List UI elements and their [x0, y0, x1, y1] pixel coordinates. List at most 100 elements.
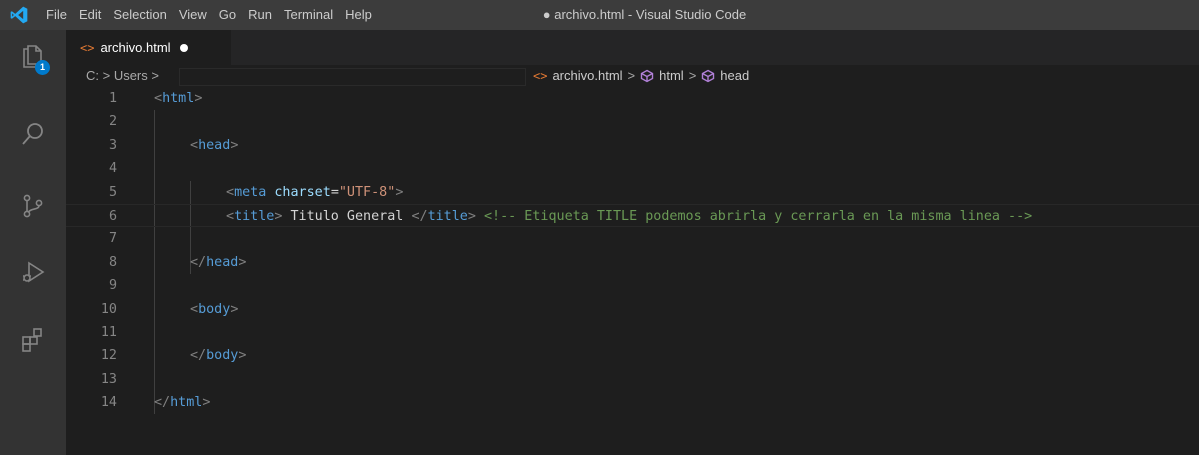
- code-editor[interactable]: 1 <html> 2 3 <head> 4 5 <meta charset="UTF-8"> 6…: [66, 87, 1199, 455]
- line-number: 4: [108, 161, 117, 177]
- code-line[interactable]: 11: [66, 321, 1199, 344]
- extensions-icon: [22, 328, 42, 352]
- code-token: >: [230, 137, 239, 153]
- code-token: html: [162, 91, 195, 106]
- breadcrumb-file[interactable]: archivo.html: [552, 65, 622, 87]
- code-token: >: [230, 301, 239, 317]
- code-token: charset: [274, 184, 331, 200]
- menu-view[interactable]: View: [173, 0, 213, 30]
- search-icon: [22, 123, 43, 145]
- code-line[interactable]: 13: [66, 368, 1199, 391]
- line-number: 8: [108, 254, 117, 270]
- code-token: </: [190, 254, 207, 270]
- code-token: html: [170, 395, 203, 411]
- line-number: 14: [100, 395, 117, 411]
- breadcrumb-symbols: <> archivo.html > html > head: [533, 65, 749, 87]
- code-token: <!-- Etiqueta TITLE podemos abrirla y ce…: [484, 209, 1033, 224]
- breadcrumb-path[interactable]: C: > Users >: [86, 65, 159, 87]
- line-number: 11: [100, 325, 117, 340]
- line-number: 9: [108, 278, 117, 294]
- line-number: 2: [108, 114, 117, 130]
- code-token: <: [190, 137, 199, 153]
- code-line[interactable]: 9: [66, 274, 1199, 297]
- code-token: body: [206, 348, 239, 364]
- code-token: "UTF-8": [338, 184, 396, 200]
- code-token: <: [190, 301, 199, 317]
- code-token: >: [202, 395, 211, 411]
- code-token: >: [238, 348, 247, 364]
- code-line[interactable]: 4: [66, 157, 1199, 180]
- code-text: <body>: [190, 298, 238, 321]
- symbol-cube-icon: [702, 69, 715, 83]
- menu-bar: File Edit Selection View Go Run Terminal…: [40, 0, 378, 30]
- code-text: <meta charset="UTF-8">: [226, 181, 403, 204]
- code-token: meta: [234, 184, 267, 200]
- code-line[interactable]: 6 <title> Titulo General </title> <!-- Et…: [66, 204, 1199, 228]
- activity-extensions[interactable]: [0, 315, 66, 363]
- breadcrumb-redacted-segment: [179, 68, 526, 86]
- menu-help[interactable]: Help: [339, 0, 378, 30]
- vscode-logo-icon[interactable]: [8, 5, 30, 25]
- code-line[interactable]: 2: [66, 110, 1199, 133]
- chevron-right-icon: >: [627, 68, 636, 83]
- symbol-cube-icon: [640, 69, 654, 83]
- line-number: 5: [108, 184, 117, 200]
- menu-run[interactable]: Run: [242, 0, 278, 30]
- code-token: <: [154, 91, 163, 106]
- code-line[interactable]: 14 </html>: [66, 391, 1199, 414]
- code-token: <: [226, 184, 235, 200]
- code-text: </body>: [190, 344, 246, 367]
- code-line[interactable]: 10 <body>: [66, 298, 1199, 321]
- code-token: </: [411, 209, 428, 224]
- code-token: =: [330, 184, 339, 200]
- code-line[interactable]: 7: [66, 227, 1199, 250]
- menu-selection[interactable]: Selection: [107, 0, 172, 30]
- line-number: 6: [108, 209, 117, 224]
- code-token: >: [238, 254, 247, 270]
- activity-source-control[interactable]: [0, 182, 66, 230]
- title-bar: File Edit Selection View Go Run Terminal…: [0, 0, 1199, 30]
- line-number: 12: [100, 348, 117, 364]
- code-text: <title> Titulo General </title> <!-- Eti…: [226, 205, 1032, 228]
- activity-explorer[interactable]: 1: [0, 30, 66, 78]
- code-token: body: [198, 301, 231, 317]
- code-token: Titulo General: [282, 209, 412, 224]
- line-number: 10: [100, 301, 117, 317]
- code-text: </head>: [190, 251, 246, 274]
- code-token: >: [395, 184, 404, 200]
- source-control-icon: [23, 194, 43, 218]
- code-line[interactable]: 5 <meta charset="UTF-8">: [66, 181, 1199, 204]
- activity-search[interactable]: [0, 110, 66, 158]
- code-token: head: [206, 254, 239, 270]
- code-line[interactable]: 3 <head>: [66, 134, 1199, 157]
- menu-terminal[interactable]: Terminal: [278, 0, 339, 30]
- code-token: >: [194, 91, 203, 106]
- unsaved-dot-icon[interactable]: [179, 43, 188, 52]
- run-debug-icon: [23, 261, 45, 283]
- activity-bar: 1: [0, 30, 66, 455]
- code-token: title: [234, 209, 275, 224]
- code-text: <html>: [154, 87, 202, 110]
- breadcrumb-symbol-html[interactable]: html: [659, 65, 684, 87]
- html-file-icon: <>: [533, 69, 548, 83]
- menu-edit[interactable]: Edit: [73, 0, 107, 30]
- line-number: 1: [108, 91, 117, 106]
- code-line[interactable]: 1 <html>: [66, 87, 1199, 110]
- menu-file[interactable]: File: [40, 0, 73, 30]
- tab-archivo-html[interactable]: <> archivo.html: [66, 30, 231, 65]
- explorer-badge: 1: [35, 60, 50, 75]
- breadcrumb-symbol-head[interactable]: head: [720, 65, 749, 87]
- code-text: </html>: [154, 391, 210, 414]
- activity-run-debug[interactable]: [0, 248, 66, 296]
- code-token: </: [190, 348, 207, 364]
- code-line[interactable]: 12 </body>: [66, 344, 1199, 367]
- code-line[interactable]: 8 </head>: [66, 251, 1199, 274]
- line-number: 13: [100, 371, 117, 387]
- code-token: <: [226, 209, 235, 224]
- tab-bar: <> archivo.html: [66, 30, 1199, 65]
- code-text: <head>: [190, 134, 238, 157]
- html-file-icon: <>: [80, 40, 95, 55]
- code-token: head: [198, 137, 231, 153]
- menu-go[interactable]: Go: [213, 0, 242, 30]
